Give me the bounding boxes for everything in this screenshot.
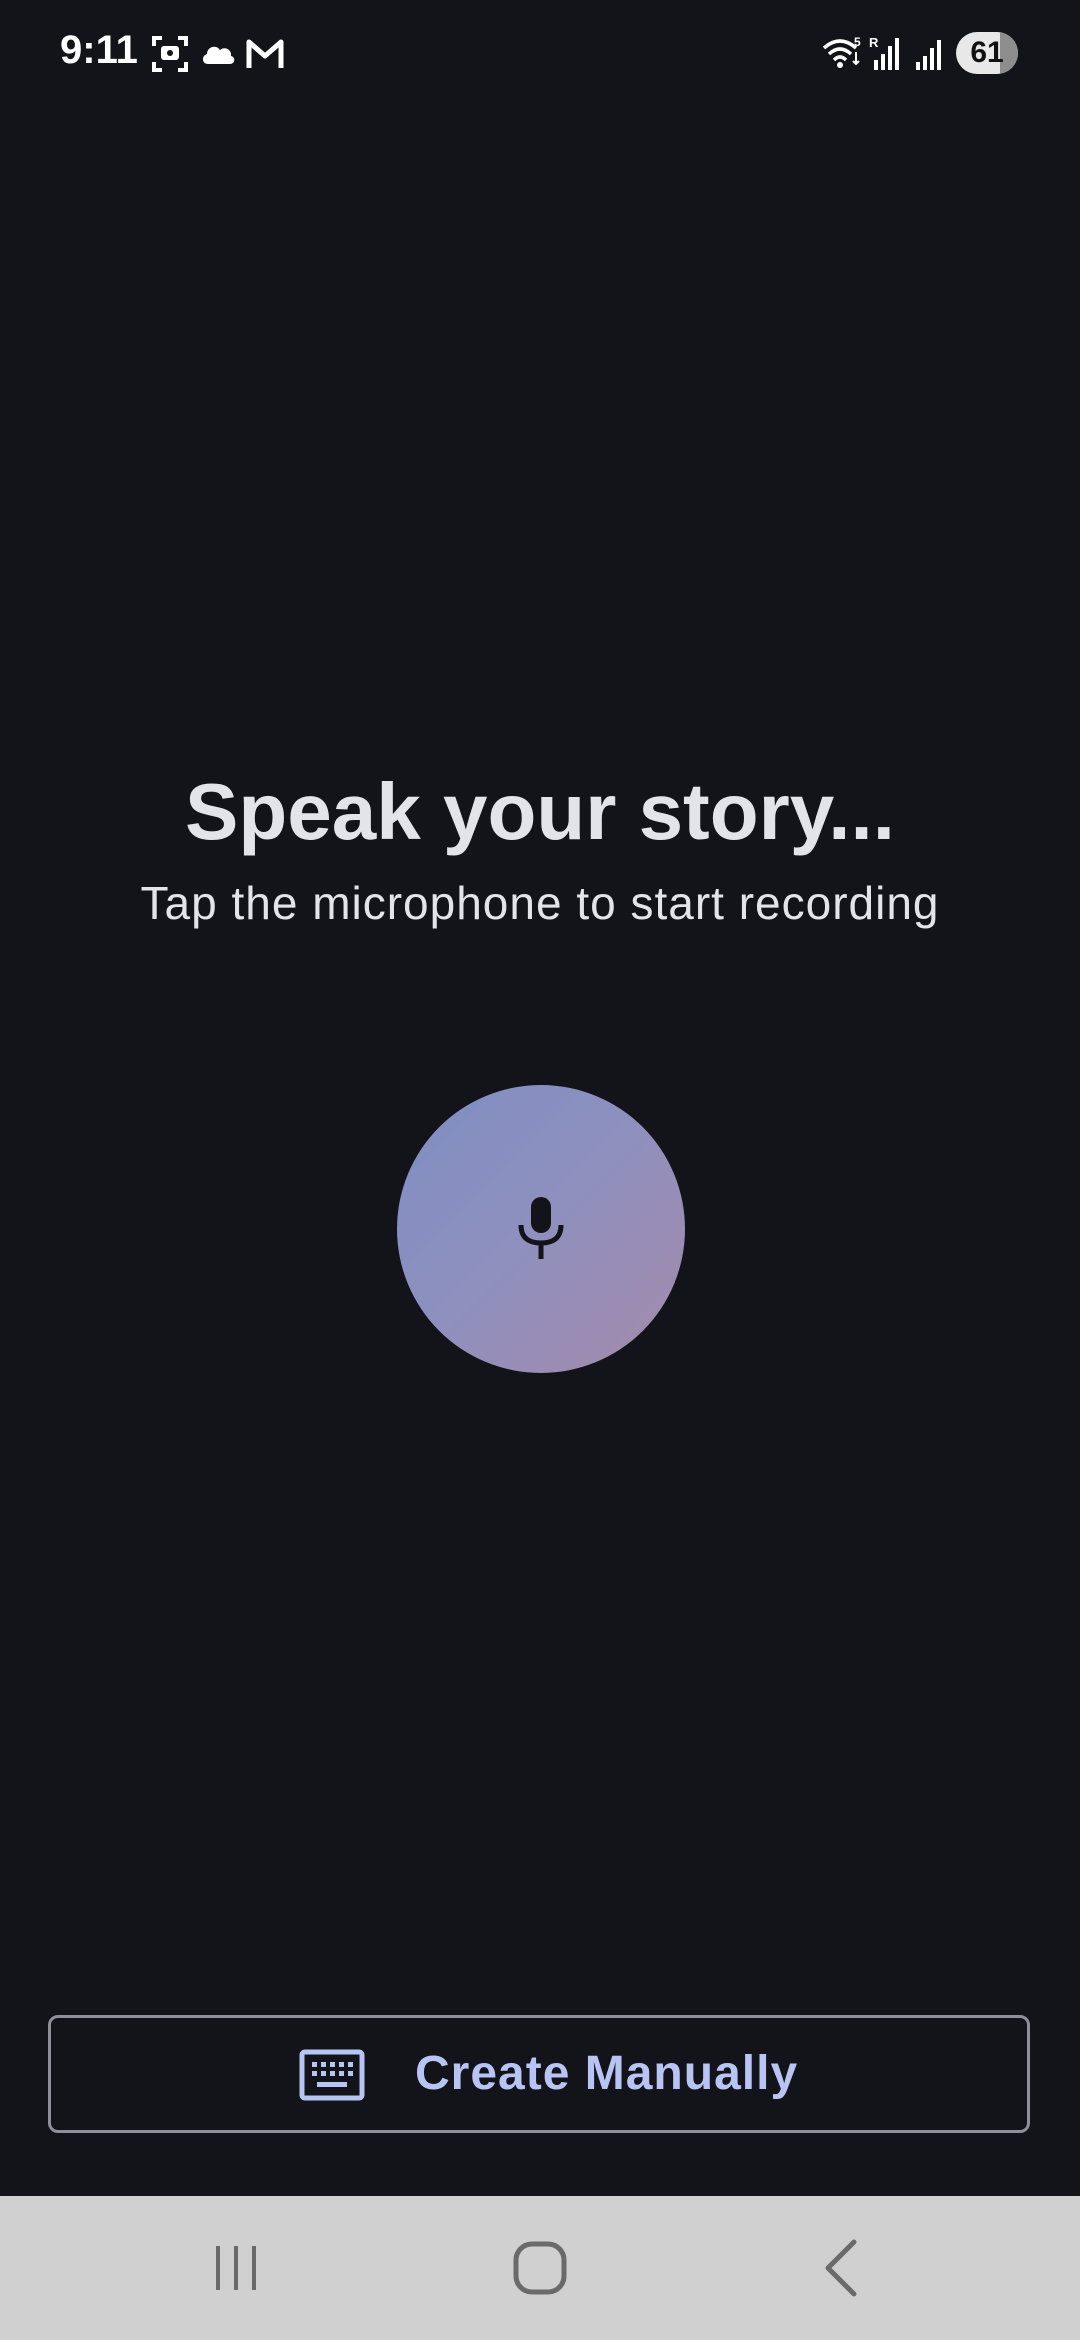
screenshot-icon: [152, 36, 188, 72]
microphone-icon: [518, 1197, 564, 1259]
status-bar: 9:11 5 R 61: [0, 0, 1080, 110]
recent-apps-icon[interactable]: [196, 2232, 276, 2304]
home-icon[interactable]: [500, 2232, 580, 2304]
record-button[interactable]: [397, 1085, 685, 1373]
cloud-icon: [202, 46, 235, 64]
signal-icon-2: [916, 40, 941, 70]
navigation-bar: [0, 2196, 1080, 2340]
svg-text:5: 5: [854, 35, 861, 49]
gmail-icon: [246, 39, 284, 68]
battery-level: 61: [970, 36, 1004, 69]
page-title: Speak your story...: [185, 767, 895, 856]
battery-indicator: 61: [956, 32, 1018, 74]
screen: 9:11 5 R 61 Speak your story... Tap the …: [0, 0, 1080, 2340]
wifi-icon: 5: [822, 35, 861, 68]
signal-icon: R: [869, 35, 899, 70]
status-time: 9:11: [60, 28, 138, 72]
create-manually-button[interactable]: Create Manually: [48, 2015, 1030, 2133]
back-icon[interactable]: [804, 2232, 884, 2304]
create-manually-label: Create Manually: [415, 2047, 799, 2100]
svg-text:R: R: [869, 35, 879, 50]
page-subtitle: Tap the microphone to start recording: [140, 877, 940, 929]
keyboard-icon: [299, 2049, 365, 2101]
